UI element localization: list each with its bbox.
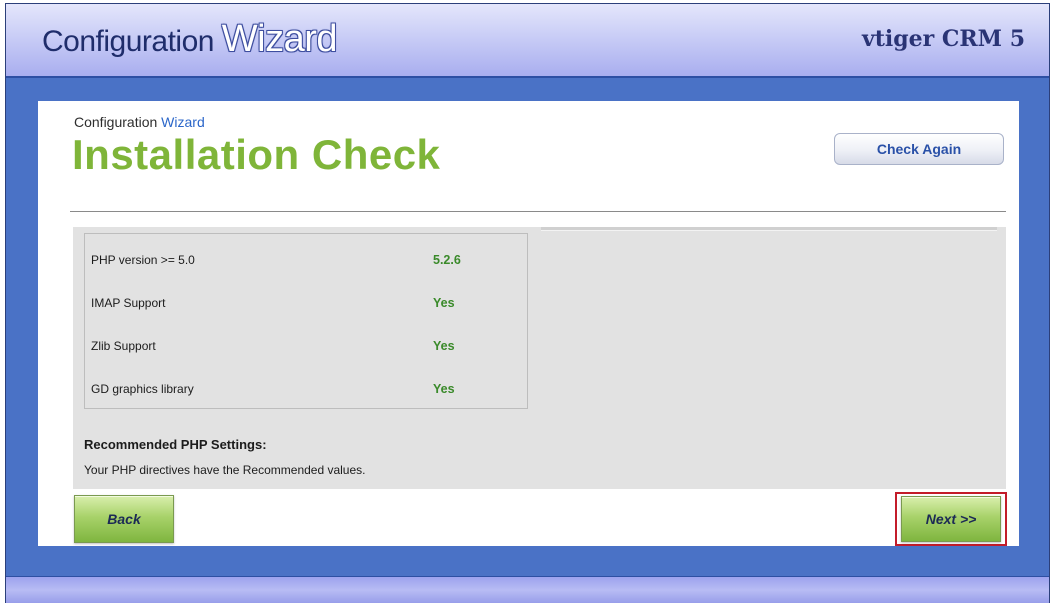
- requirement-row: IMAP Support Yes: [91, 296, 511, 316]
- header-title-highlight: Wizard: [221, 18, 338, 60]
- recommended-settings-title: Recommended PHP Settings:: [84, 437, 267, 452]
- right-panel-divider: [541, 227, 997, 231]
- check-again-button[interactable]: Check Again: [834, 133, 1004, 165]
- requirement-row: PHP version >= 5.0 5.2.6: [91, 253, 511, 273]
- requirement-label: IMAP Support: [91, 296, 166, 310]
- requirement-label: Zlib Support: [91, 339, 156, 353]
- requirements-box: PHP version >= 5.0 5.2.6 IMAP Support Ye…: [84, 233, 528, 409]
- requirement-value: Yes: [433, 382, 455, 396]
- footer-bar: [6, 576, 1049, 603]
- divider: [70, 211, 1006, 212]
- next-button[interactable]: Next >>: [901, 496, 1001, 542]
- brand-logo-text: vtiger CRM 5: [861, 26, 1025, 52]
- requirement-label: PHP version >= 5.0: [91, 253, 195, 267]
- requirement-value: Yes: [433, 339, 455, 353]
- requirement-row: Zlib Support Yes: [91, 339, 511, 359]
- recommended-settings-text: Your PHP directives have the Recommended…: [84, 463, 366, 477]
- header-title: Configuration Wizard: [42, 18, 338, 61]
- requirement-row: GD graphics library Yes: [91, 382, 511, 402]
- page-title: Installation Check: [72, 131, 441, 178]
- next-button-highlight: Next >>: [895, 492, 1007, 546]
- small-title-prefix: Configuration: [74, 114, 162, 130]
- check-results-area: PHP version >= 5.0 5.2.6 IMAP Support Ye…: [73, 227, 1006, 489]
- requirement-label: GD graphics library: [91, 382, 194, 396]
- header-title-prefix: Configuration: [42, 25, 222, 58]
- header-bar: Configuration Wizard vtiger CRM 5: [6, 4, 1049, 78]
- wizard-window: Configuration Wizard vtiger CRM 5 Config…: [5, 3, 1050, 603]
- back-button[interactable]: Back: [74, 495, 174, 543]
- requirement-value: Yes: [433, 296, 455, 310]
- content-panel: Configuration Wizard Installation Check …: [38, 101, 1019, 546]
- small-title-highlight: Wizard: [161, 114, 205, 130]
- small-title: Configuration Wizard: [74, 114, 205, 130]
- requirement-value: 5.2.6: [433, 253, 461, 267]
